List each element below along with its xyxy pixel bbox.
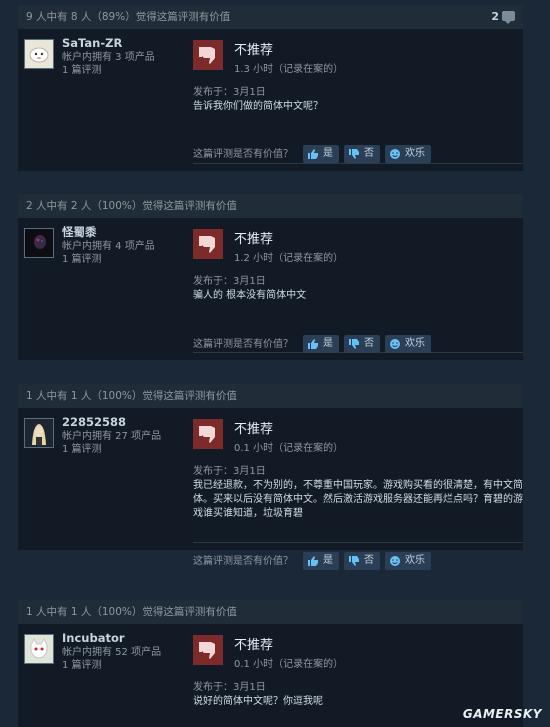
blonde-character-avatar-icon[interactable] bbox=[24, 418, 54, 448]
hours-played: 0.1 小时（记录在案的） bbox=[234, 443, 344, 454]
vote-yes-label: 是 bbox=[323, 338, 333, 349]
reviewer-products: 帐户内拥有 3 项产品 bbox=[62, 52, 155, 63]
thumbs-down-small-icon bbox=[349, 149, 359, 159]
comment-bubble-icon bbox=[502, 11, 515, 24]
hours-played: 0.1 小时（记录在案的） bbox=[234, 659, 344, 670]
reviewer-products: 帐户内拥有 52 项产品 bbox=[62, 647, 162, 658]
reviewer-review-count[interactable]: 1 篇评测 bbox=[62, 64, 155, 77]
smiley-icon bbox=[390, 556, 400, 566]
reviewer-review-count[interactable]: 1 篇评测 bbox=[62, 659, 161, 672]
review-card: 1 人中有 1 人（100%）觉得这篇评测有价值 Incubator 帐户内拥有… bbox=[18, 600, 523, 727]
reviewer-products: 帐户内拥有 4 项产品 bbox=[62, 241, 155, 252]
comment-count-value: 2 bbox=[491, 10, 499, 23]
thumbs-down-icon bbox=[193, 229, 223, 259]
posted-date: 发布于：3月1日 bbox=[193, 466, 266, 477]
reviewer-name[interactable]: 怪蜀黍 bbox=[62, 226, 155, 239]
review-body: 22852588 帐户内拥有 27 项产品 1 篇评测 不推荐 0.1 小时（记… bbox=[18, 408, 523, 550]
helpful-question: 这篇评测是否有价值？ bbox=[193, 556, 293, 567]
review-body: Incubator 帐户内拥有 52 项产品 1 篇评测 不推荐 0.1 小时（… bbox=[18, 624, 523, 727]
helpful-summary-text: 1 人中有 1 人（100%）觉得这篇评测有价值 bbox=[26, 606, 237, 618]
vote-yes-label: 是 bbox=[323, 555, 333, 566]
vote-no-button[interactable]: 否 bbox=[344, 552, 380, 570]
vote-no-label: 否 bbox=[364, 555, 374, 566]
vote-yes-label: 是 bbox=[323, 148, 333, 159]
vote-funny-label: 欢乐 bbox=[405, 148, 425, 159]
gamersky-watermark: GAMERSKY bbox=[462, 707, 542, 721]
thumbs-down-small-icon bbox=[349, 556, 359, 566]
thumbs-down-icon bbox=[193, 635, 223, 665]
vote-yes-button[interactable]: 是 bbox=[303, 335, 339, 353]
review-text: 我已经退款，不为别的，不尊重中国玩家。游戏购买看的很清楚，有中文简体。买来以后没… bbox=[193, 480, 523, 519]
reviewer-name[interactable]: Incubator bbox=[62, 632, 161, 645]
thumbs-up-icon bbox=[308, 339, 318, 349]
vote-no-label: 否 bbox=[364, 148, 374, 159]
vote-funny-button[interactable]: 欢乐 bbox=[385, 552, 431, 570]
reviewer-info: 22852588 帐户内拥有 27 项产品 1 篇评测 bbox=[62, 416, 161, 456]
vote-funny-label: 欢乐 bbox=[405, 555, 425, 566]
recommendation-label: 不推荐 bbox=[234, 232, 274, 247]
hours-played: 1.2 小时（记录在案的） bbox=[234, 253, 344, 264]
helpful-question: 这篇评测是否有价值？ bbox=[193, 339, 293, 350]
posted-date: 发布于：3月1日 bbox=[193, 87, 266, 98]
review-helpful-summary: 9 人中有 8 人（89%）觉得这篇评测有价值 2 bbox=[18, 5, 523, 29]
reviewer-name[interactable]: SaTan-ZR bbox=[62, 37, 155, 50]
helpful-question: 这篇评测是否有价值？ bbox=[193, 149, 293, 160]
posted-date: 发布于：3月1日 bbox=[193, 276, 266, 287]
smiley-icon bbox=[390, 149, 400, 159]
vote-funny-button[interactable]: 欢乐 bbox=[385, 145, 431, 163]
reviewer-products: 帐户内拥有 27 项产品 bbox=[62, 431, 162, 442]
posted-date: 发布于：3月1日 bbox=[193, 682, 266, 693]
vote-no-label: 否 bbox=[364, 338, 374, 349]
reviewer-name[interactable]: 22852588 bbox=[62, 416, 161, 429]
dark-creature-avatar-icon[interactable] bbox=[24, 228, 54, 258]
helpful-summary-text: 2 人中有 2 人（100%）觉得这篇评测有价值 bbox=[26, 200, 237, 212]
divider bbox=[193, 542, 523, 543]
thumbs-up-icon bbox=[308, 149, 318, 159]
reviewer-review-count[interactable]: 1 篇评测 bbox=[62, 443, 161, 456]
sheep-avatar-icon[interactable] bbox=[24, 39, 54, 69]
helpful-summary-text: 1 人中有 1 人（100%）觉得这篇评测有价值 bbox=[26, 390, 237, 402]
review-helpful-summary: 2 人中有 2 人（100%）觉得这篇评测有价值 bbox=[18, 194, 523, 218]
review-card: 1 人中有 1 人（100%）觉得这篇评测有价值 22852588 帐户内拥有 … bbox=[18, 384, 523, 550]
recommendation-label: 不推荐 bbox=[234, 43, 274, 58]
reviewer-review-count[interactable]: 1 篇评测 bbox=[62, 253, 155, 266]
recommendation-label: 不推荐 bbox=[234, 638, 274, 653]
vote-yes-button[interactable]: 是 bbox=[303, 552, 339, 570]
thumbs-down-icon bbox=[193, 419, 223, 449]
helpful-vote-row: 这篇评测是否有价值？ 是 否 欢乐 bbox=[193, 335, 523, 355]
white-cat-avatar-icon[interactable] bbox=[24, 634, 54, 664]
thumbs-down-small-icon bbox=[349, 339, 359, 349]
helpful-vote-row: 这篇评测是否有价值？ 是 否 欢乐 bbox=[193, 552, 523, 572]
reviewer-info: 怪蜀黍 帐户内拥有 4 项产品 1 篇评测 bbox=[62, 226, 155, 266]
review-text: 骗人的 根本没有简体中文 bbox=[193, 290, 307, 301]
vote-funny-button[interactable]: 欢乐 bbox=[385, 335, 431, 353]
smiley-icon bbox=[390, 339, 400, 349]
vote-no-button[interactable]: 否 bbox=[344, 335, 380, 353]
review-helpful-summary: 1 人中有 1 人（100%）觉得这篇评测有价值 bbox=[18, 600, 523, 624]
recommendation-label: 不推荐 bbox=[234, 422, 274, 437]
review-helpful-summary: 1 人中有 1 人（100%）觉得这篇评测有价值 bbox=[18, 384, 523, 408]
hours-played: 1.3 小时（记录在案的） bbox=[234, 64, 344, 75]
reviewer-info: SaTan-ZR 帐户内拥有 3 项产品 1 篇评测 bbox=[62, 37, 155, 77]
thumbs-up-icon bbox=[308, 556, 318, 566]
vote-yes-button[interactable]: 是 bbox=[303, 145, 339, 163]
comment-count[interactable]: 2 bbox=[491, 5, 515, 29]
thumbs-down-icon bbox=[193, 40, 223, 70]
reviewer-info: Incubator 帐户内拥有 52 项产品 1 篇评测 bbox=[62, 632, 161, 672]
helpful-summary-text: 9 人中有 8 人（89%）觉得这篇评测有价值 bbox=[26, 11, 231, 23]
review-text: 告诉我你们做的简体中文呢？ bbox=[193, 101, 323, 112]
vote-funny-label: 欢乐 bbox=[405, 338, 425, 349]
vote-no-button[interactable]: 否 bbox=[344, 145, 380, 163]
helpful-vote-row: 这篇评测是否有价值？ 是 否 欢乐 bbox=[193, 145, 523, 165]
